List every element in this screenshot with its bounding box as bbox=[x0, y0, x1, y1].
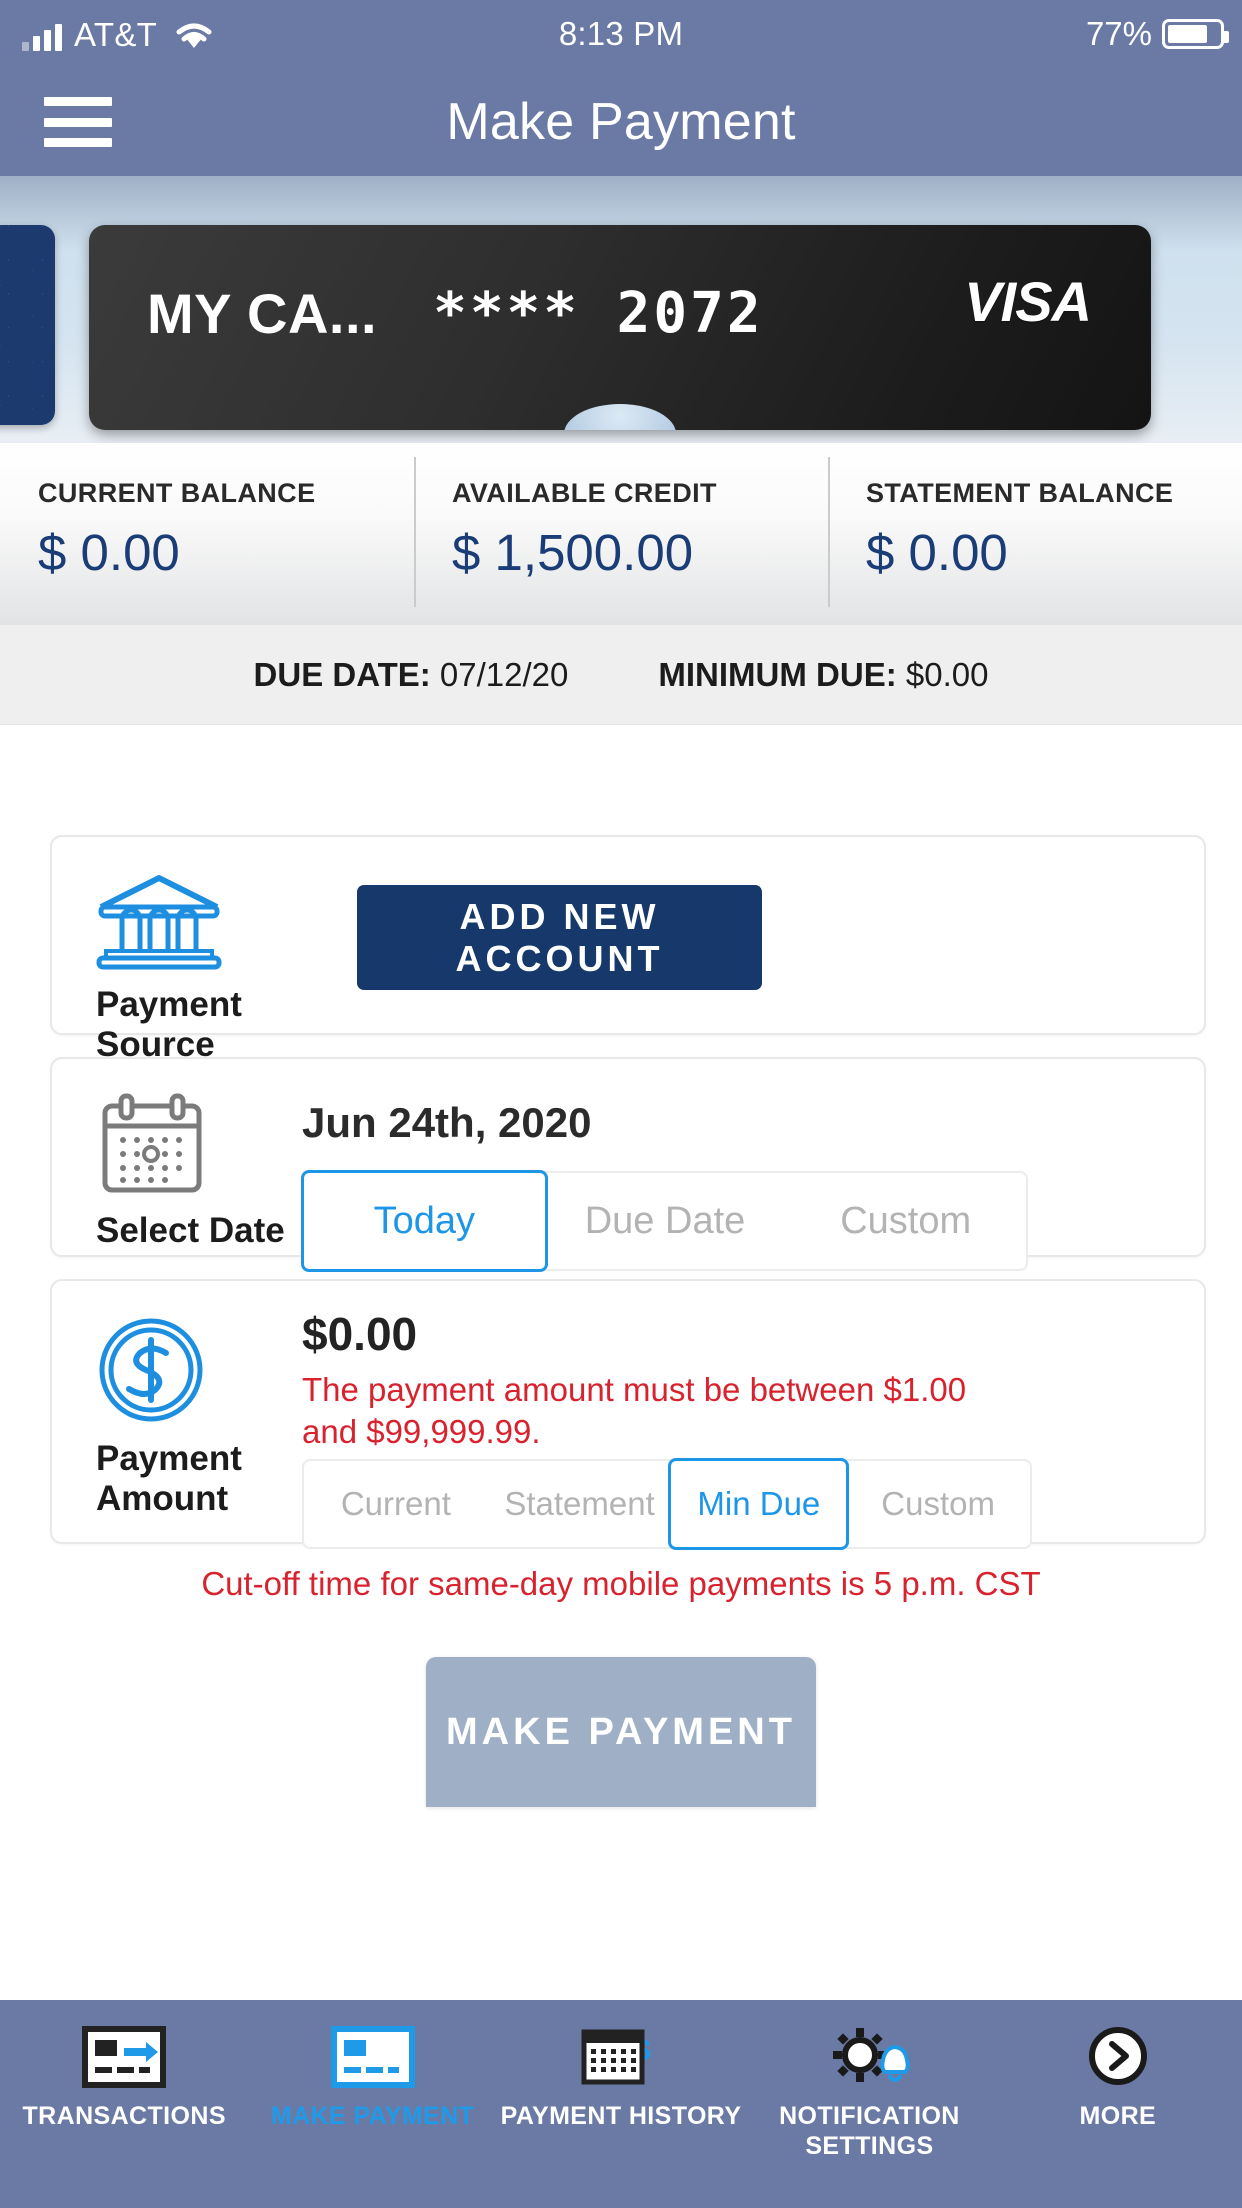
amount-option-min-due[interactable]: Min Due bbox=[668, 1458, 850, 1550]
balance-item-statement: STATEMENT BALANCE $ 0.00 bbox=[828, 443, 1242, 625]
balance-label: CURRENT BALANCE bbox=[38, 478, 316, 508]
date-option-custom[interactable]: Custom bbox=[785, 1173, 1026, 1269]
amount-option-custom[interactable]: Custom bbox=[846, 1461, 1030, 1547]
balance-label: AVAILABLE CREDIT bbox=[452, 478, 717, 508]
cutoff-notice: Cut-off time for same-day mobile payment… bbox=[201, 1565, 1041, 1602]
select-date-icon-column: Select Date bbox=[96, 1093, 286, 1251]
clock-label: 8:13 PM bbox=[558, 15, 684, 52]
bottom-tab-bar: TRANSACTIONS MAKE PAYMENT $ bbox=[0, 2000, 1242, 2208]
carousel-indicator bbox=[564, 404, 676, 430]
tab-label: MAKE PAYMENT bbox=[270, 2102, 475, 2130]
due-summary-strip: DUE DATE: 07/12/20 MINIMUM DUE: $0.00 bbox=[0, 625, 1242, 725]
card-nickname: MY CA... bbox=[147, 281, 378, 345]
credit-card[interactable]: MY CA... **** 2072 VISA bbox=[89, 225, 1151, 430]
battery-icon bbox=[1162, 19, 1229, 49]
date-option-today[interactable]: Today bbox=[301, 1170, 548, 1272]
minimum-due: MINIMUM DUE: $0.00 bbox=[658, 656, 988, 694]
tab-label: NOTIFICATION SETTINGS bbox=[779, 2102, 960, 2160]
bank-icon bbox=[96, 875, 222, 970]
balance-item-current: CURRENT BALANCE $ 0.00 bbox=[0, 443, 414, 625]
due-date-label: DUE DATE: bbox=[253, 655, 431, 693]
calendar-dollar-icon: $ bbox=[579, 2026, 663, 2088]
add-new-account-button[interactable]: ADD NEW ACCOUNT bbox=[357, 885, 762, 990]
payment-amount-label: Payment Amount bbox=[96, 1439, 242, 1519]
selected-date-value: Jun 24th, 2020 bbox=[302, 1099, 592, 1146]
minimum-due-label: MINIMUM DUE: bbox=[658, 655, 897, 693]
due-date-value: 07/12/20 bbox=[439, 655, 569, 693]
battery-percent-label: 77% bbox=[1085, 15, 1152, 52]
minimum-due-value: $0.00 bbox=[905, 655, 989, 693]
payment-amount-error: The payment amount must be between $1.00… bbox=[302, 1371, 967, 1451]
card-arrow-icon bbox=[82, 2026, 167, 2088]
tab-more[interactable]: MORE bbox=[994, 2026, 1242, 2132]
date-option-group[interactable]: Today Due Date Custom bbox=[301, 1170, 1028, 1272]
tab-label: TRANSACTIONS bbox=[22, 2102, 226, 2130]
balance-summary: CURRENT BALANCE $ 0.00 AVAILABLE CREDIT … bbox=[0, 443, 1242, 625]
tab-label: PAYMENT HISTORY bbox=[500, 2102, 742, 2130]
status-bar: AT&T 8:13 PM 77% bbox=[0, 0, 1242, 68]
app-root: AT&T 8:13 PM 77% Make Payment MY CA... *… bbox=[0, 0, 1242, 2208]
select-date-label: Select Date bbox=[96, 1211, 285, 1250]
tab-label: MORE bbox=[1079, 2102, 1157, 2130]
balance-value: $ 1,500.00 bbox=[452, 524, 694, 581]
status-bar-right: 77% bbox=[1085, 15, 1229, 53]
calendar-icon bbox=[102, 1093, 202, 1193]
card-outline-icon bbox=[330, 2026, 415, 2088]
amount-option-statement[interactable]: Statement bbox=[488, 1461, 672, 1547]
balance-label: STATEMENT BALANCE bbox=[866, 478, 1174, 508]
card-masked-number: **** 2072 bbox=[433, 280, 764, 346]
balance-item-available-credit: AVAILABLE CREDIT $ 1,500.00 bbox=[414, 443, 828, 625]
tab-transactions[interactable]: TRANSACTIONS bbox=[0, 2026, 248, 2132]
payment-amount-panel: Payment Amount $0.00 The payment amount … bbox=[50, 1279, 1206, 1550]
payment-amount-icon-column: Payment Amount bbox=[96, 1315, 286, 1520]
make-payment-submit-button[interactable]: MAKE PAYMENT bbox=[426, 1657, 816, 1807]
tab-notification-settings[interactable]: NOTIFICATION SETTINGS bbox=[745, 2026, 993, 2161]
card-carousel[interactable]: MY CA... **** 2072 VISA bbox=[0, 176, 1242, 443]
payment-source-panel: Payment Source ADD NEW ACCOUNT bbox=[50, 835, 1206, 1064]
balance-value: $ 0.00 bbox=[38, 524, 180, 581]
balance-value: $ 0.00 bbox=[866, 524, 1008, 581]
payment-form: Payment Source ADD NEW ACCOUNT Select Da… bbox=[0, 725, 1242, 2000]
gear-bell-icon bbox=[827, 2026, 911, 2088]
payment-source-icon-column: Payment Source bbox=[96, 871, 286, 1066]
payment-source-label: Payment Source bbox=[96, 985, 242, 1065]
chevron-right-circle-icon bbox=[1076, 2026, 1160, 2088]
due-date: DUE DATE: 07/12/20 bbox=[254, 656, 569, 694]
page-title: Make Payment bbox=[446, 93, 796, 151]
amount-option-current[interactable]: Current bbox=[304, 1461, 488, 1547]
select-date-panel: Select Date Jun 24th, 2020 Today Due Dat… bbox=[50, 1057, 1206, 1272]
card-peek-previous[interactable] bbox=[0, 225, 55, 425]
visa-logo: VISA bbox=[964, 270, 1092, 333]
app-header: Make Payment bbox=[0, 68, 1242, 176]
amount-option-group[interactable]: Current Statement Min Due Custom bbox=[302, 1458, 1032, 1550]
dollar-coin-icon bbox=[99, 1318, 203, 1422]
tab-payment-history[interactable]: $ PAYMENT HISTORY bbox=[497, 2026, 745, 2132]
payment-amount-value[interactable]: $0.00 bbox=[302, 1307, 417, 1361]
date-option-due-date[interactable]: Due Date bbox=[545, 1173, 786, 1269]
tab-make-payment[interactable]: MAKE PAYMENT bbox=[248, 2026, 496, 2132]
